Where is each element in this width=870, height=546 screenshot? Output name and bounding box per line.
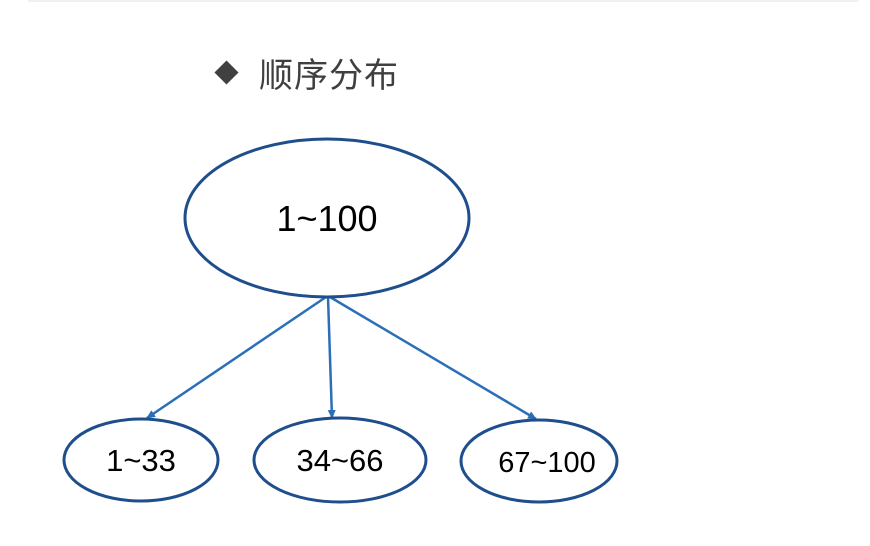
child-node-3-label: 67~100 <box>498 447 596 479</box>
child-node-2-label: 34~66 <box>296 443 383 478</box>
edge-root-to-child-2 <box>326 296 336 419</box>
child-node-1: 1~33 <box>62 417 220 503</box>
child-node-3: 67~100 <box>459 418 619 504</box>
tree-diagram: 1~100 1~33 34~66 67~100 <box>62 137 619 504</box>
child-node-1-label: 1~33 <box>106 443 176 478</box>
edge-root-to-child-3 <box>329 295 537 421</box>
edge-root-to-child-1 <box>146 295 327 420</box>
root-node: 1~100 <box>183 137 471 299</box>
root-node-label: 1~100 <box>276 198 377 239</box>
child-node-2: 34~66 <box>252 416 428 504</box>
